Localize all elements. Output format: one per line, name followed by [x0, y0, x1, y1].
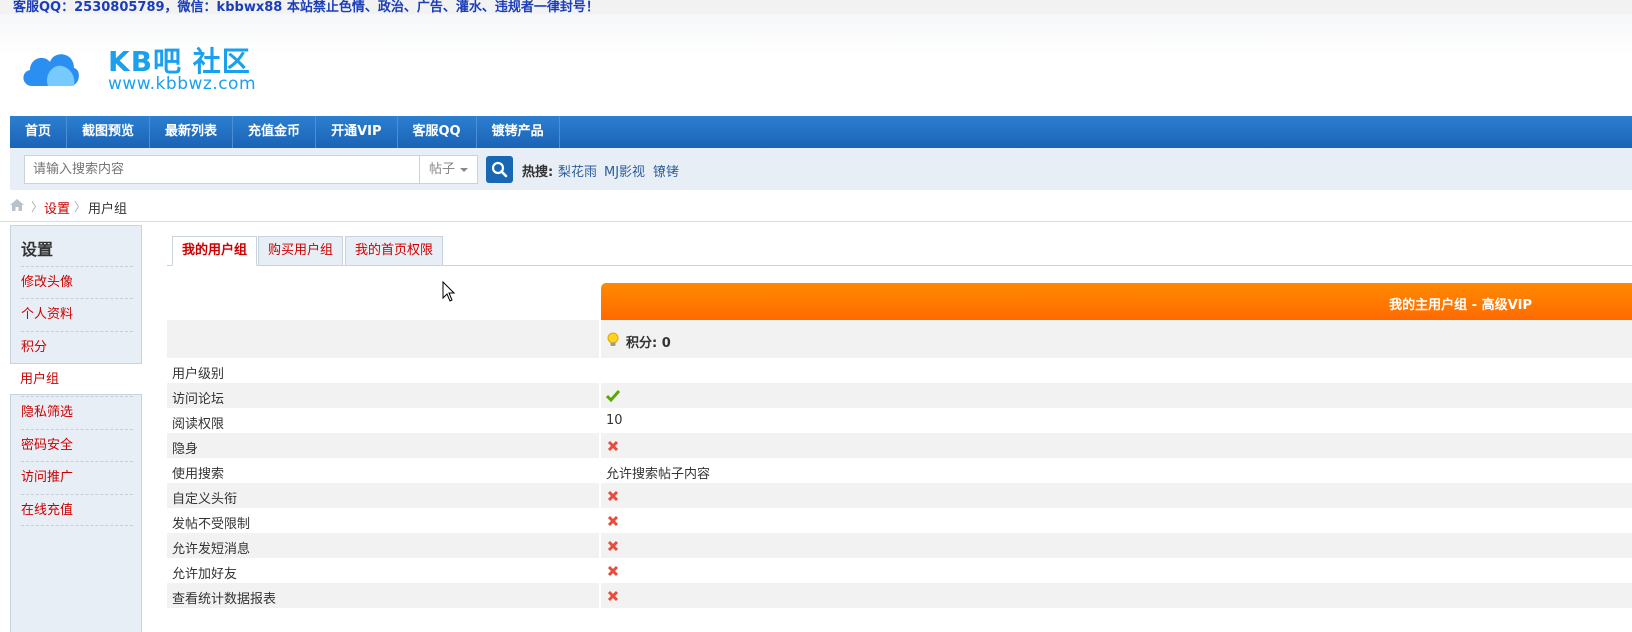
mouse-pointer-icon	[442, 281, 456, 302]
column-divider	[599, 320, 601, 358]
nav-item-products[interactable]: 镀铐产品	[477, 116, 560, 148]
cloud-logo-icon[interactable]	[18, 46, 82, 90]
sidebar-item-usergroup[interactable]: 用户组	[10, 363, 142, 395]
search-input[interactable]	[24, 155, 420, 184]
column-divider	[599, 483, 601, 508]
sidebar-item-recharge[interactable]: 在线充值	[21, 494, 133, 526]
cross-icon	[607, 565, 619, 577]
permission-label: 用户级别	[172, 367, 225, 382]
table-row: 查看统计数据报表	[167, 583, 1632, 608]
notice-text: 客服QQ：2530805789，微信：kbbwx88 本站禁止色情、政治、广告、…	[13, 0, 599, 15]
table-row: 发帖不受限制	[167, 508, 1632, 533]
permission-label: 允许发短消息	[172, 542, 251, 557]
sidebar-item-password[interactable]: 密码安全	[21, 429, 133, 461]
chevron-down-icon	[460, 168, 468, 172]
column-divider	[599, 533, 601, 558]
settings-sidebar: 设置 修改头像 个人资料 积分 用户组 隐私筛选 密码安全 访问推广 在线充值	[10, 225, 142, 632]
table-row: 使用搜索 允许搜索帖子内容	[167, 458, 1632, 483]
permission-value: 允许搜索帖子内容	[606, 467, 711, 482]
sidebar-item-promotion[interactable]: 访问推广	[21, 461, 133, 493]
search-bar: 帖子 热搜: 梨花雨 MJ影视 镣铐	[10, 148, 1632, 190]
bulb-icon	[607, 332, 619, 346]
column-divider	[599, 408, 601, 433]
nav-item-home[interactable]: 首页	[10, 116, 68, 148]
hot-search-link[interactable]: 镣铐	[653, 161, 679, 180]
search-button[interactable]	[486, 156, 513, 183]
sidebar-title: 设置	[21, 240, 54, 259]
tab-homepage-permissions[interactable]: 我的首页权限	[345, 236, 444, 266]
hot-search-label: 热搜:	[522, 165, 554, 180]
home-icon[interactable]	[10, 199, 24, 211]
points-row	[167, 320, 1632, 358]
permission-label: 允许加好友	[172, 567, 238, 582]
hot-search-link[interactable]: MJ影视	[604, 161, 645, 180]
column-divider	[599, 583, 601, 608]
breadcrumb-current: 用户组	[88, 202, 128, 217]
hot-search-link[interactable]: 梨花雨	[558, 161, 597, 180]
sidebar-item-privacy[interactable]: 隐私筛选	[21, 396, 133, 428]
table-row: 阅读权限 10	[167, 408, 1632, 433]
column-divider	[599, 508, 601, 533]
breadcrumb-separator: 〉	[31, 200, 44, 214]
nav-item-screenshots[interactable]: 截图预览	[67, 116, 151, 148]
search-type-label: 帖子	[429, 162, 456, 177]
breadcrumb-separator: 〉	[74, 200, 87, 214]
sidebar-item-avatar[interactable]: 修改头像	[21, 266, 133, 298]
table-row: 访问论坛	[167, 383, 1632, 408]
table-row: 自定义头衔	[167, 483, 1632, 508]
column-divider	[599, 558, 601, 583]
search-icon	[491, 161, 508, 178]
usergroup-title: 我的主用户组 - 高级VIP	[1389, 298, 1532, 313]
cross-icon	[607, 540, 619, 552]
site-logo-url[interactable]: www.kbbwz.com	[108, 74, 256, 94]
column-divider	[599, 358, 601, 383]
column-divider	[599, 458, 601, 483]
permission-value: 10	[606, 413, 623, 428]
tab-buy-usergroup[interactable]: 购买用户组	[258, 236, 344, 266]
main-nav: 首页 截图预览 最新列表 充值金币 开通VIP 客服QQ 镀铐产品	[10, 116, 1632, 148]
notice-bar: 客服QQ：2530805789，微信：kbbwx88 本站禁止色情、政治、广告、…	[0, 0, 1632, 15]
table-row: 隐身	[167, 433, 1632, 458]
column-divider	[599, 433, 601, 458]
cross-icon	[607, 515, 619, 527]
table-row: 允许加好友	[167, 558, 1632, 583]
divider	[0, 221, 1632, 222]
permission-label: 自定义头衔	[172, 492, 238, 507]
permission-label: 隐身	[172, 442, 199, 457]
cross-icon	[607, 490, 619, 502]
breadcrumb: 〉 设置 〉 用户组	[10, 196, 1632, 217]
nav-item-latest[interactable]: 最新列表	[150, 116, 234, 148]
check-icon	[606, 390, 620, 403]
sidebar-item-profile[interactable]: 个人资料	[21, 298, 133, 330]
tab-my-usergroup[interactable]: 我的用户组	[172, 236, 258, 266]
cross-icon	[607, 590, 619, 602]
nav-item-vip[interactable]: 开通VIP	[316, 116, 398, 148]
sidebar-item-points[interactable]: 积分	[21, 331, 133, 363]
table-row: 用户级别	[167, 358, 1632, 383]
site-header: KB吧 社区 www.kbbwz.com	[0, 14, 1632, 117]
permission-label: 发帖不受限制	[172, 517, 251, 532]
nav-item-recharge[interactable]: 充值金币	[233, 116, 317, 148]
search-type-select[interactable]: 帖子	[419, 155, 478, 184]
column-divider	[599, 383, 601, 408]
permission-label: 访问论坛	[172, 392, 225, 407]
usergroup-header: 我的主用户组 - 高级VIP	[601, 283, 1632, 320]
permission-label: 阅读权限	[172, 417, 225, 432]
breadcrumb-settings[interactable]: 设置	[44, 198, 70, 217]
points-value: 积分: 0	[626, 336, 671, 351]
nav-item-support-qq[interactable]: 客服QQ	[398, 116, 477, 148]
cross-icon	[607, 440, 619, 452]
table-row: 允许发短消息	[167, 533, 1632, 558]
permission-label: 使用搜索	[172, 467, 225, 482]
permission-label: 查看统计数据报表	[172, 592, 277, 607]
